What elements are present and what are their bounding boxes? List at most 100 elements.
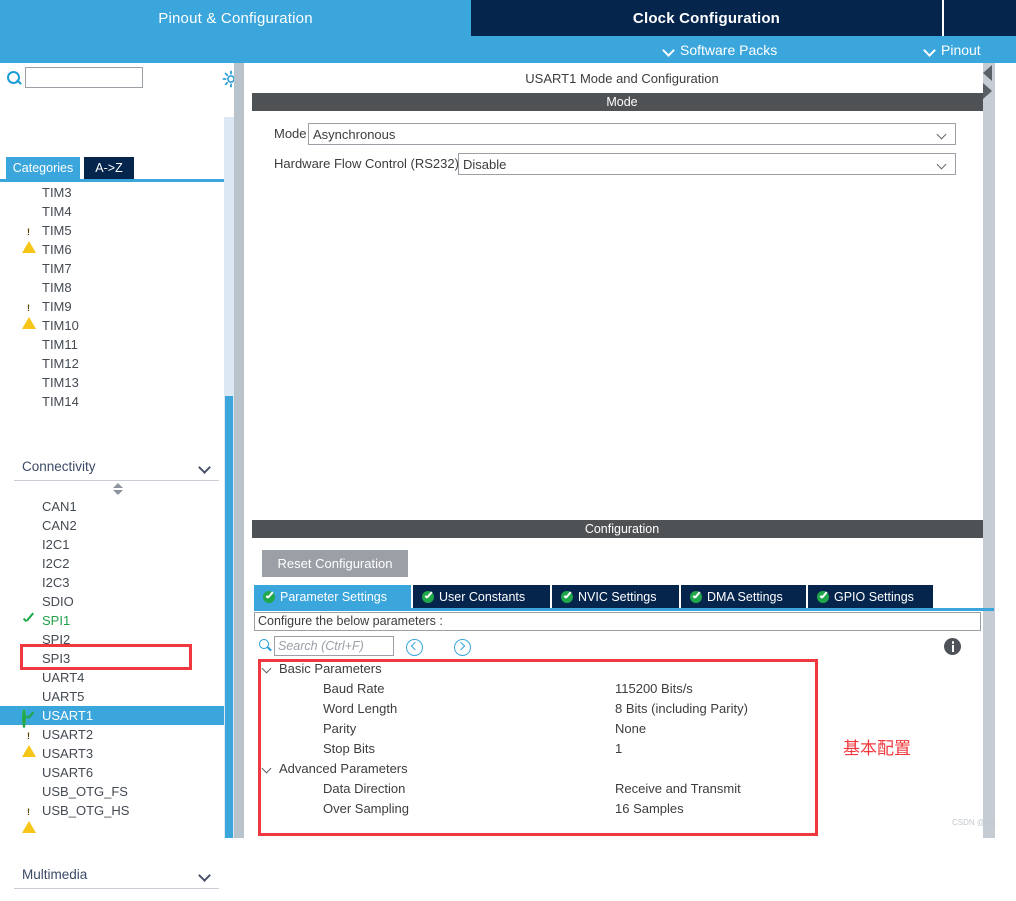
pinout-menu[interactable]: Pinout [925,36,981,63]
tree-item-tim12[interactable]: TIM12 [0,354,233,373]
tree-item-tim14[interactable]: TIM14 [0,392,233,411]
param-value[interactable]: 1 [615,739,622,759]
param-row-baud-rate[interactable]: Baud Rate 115200 Bits/s [255,679,981,699]
param-value[interactable]: Receive and Transmit [615,779,741,799]
page-title: USART1 Mode and Configuration [525,71,719,86]
peripheral-sidebar: Categories A->Z TIM3 TIM4 TIM5 TIM6 [0,63,240,889]
software-packs-label: Software Packs [680,41,778,58]
tree-item-usb-otg-fs[interactable]: USB_OTG_FS [0,782,233,801]
tree-item-label: TIM6 [42,242,72,257]
group-multimedia-label: Multimedia [22,867,88,882]
tree-item-label: TIM3 [42,185,72,200]
tree-item-label: TIM13 [42,375,79,390]
tab-pinout-configuration-label: Pinout & Configuration [158,9,313,27]
search-icon [259,639,273,653]
param-value[interactable]: None [615,719,646,739]
tree-item-i2c2[interactable]: I2C2 [0,554,233,573]
reset-configuration-button[interactable]: Reset Configuration [262,550,408,577]
tree-item-tim7[interactable]: TIM7 [0,259,233,278]
info-icon[interactable] [944,638,961,655]
tab-dma-settings[interactable]: DMA Settings [681,585,806,608]
parameter-search-input[interactable]: Search (Ctrl+F) [274,636,394,656]
chevron-down-icon [925,45,935,55]
chevron-down-icon[interactable] [263,765,273,773]
tab-underline [0,179,233,182]
param-value[interactable]: 16 Samples [615,799,684,819]
tab-user-constants[interactable]: User Constants [413,585,550,608]
tree-item-uart4[interactable]: UART4 [0,668,233,687]
tree-item-spi3[interactable]: SPI3 [0,649,233,668]
tab-dma-settings-label: DMA Settings [707,589,783,604]
param-name: Parity [323,721,357,736]
divider [14,888,219,889]
sidebar-view-tabs: Categories A->Z [0,157,233,182]
param-value[interactable]: 8 Bits (including Parity) [615,699,748,719]
tree-item-spi1[interactable]: SPI1 [0,611,233,630]
tab-a-to-z[interactable]: A->Z [84,157,134,179]
tab-nvic-settings[interactable]: NVIC Settings [552,585,679,608]
tree-item-tim4[interactable]: TIM4 [0,202,233,221]
tree-item-tim5[interactable]: TIM5 [0,221,233,253]
scroll-updown-icon[interactable] [0,481,233,497]
next-match-button[interactable] [454,639,471,656]
param-name: Word Length [323,701,398,716]
group-connectivity-label: Connectivity [22,459,96,474]
chevron-right-icon[interactable] [983,83,992,99]
tab-categories[interactable]: Categories [6,157,80,179]
tab-clock-configuration-label: Clock Configuration [632,9,781,27]
tree-item-usart3[interactable]: USART3 [0,744,233,763]
mode-label: Mode [274,126,307,141]
param-value[interactable]: 115200 Bits/s [615,679,693,699]
sidebar-scrollbar-thumb[interactable] [225,396,233,838]
tree-item-label: TIM5 [42,223,72,238]
mode-section-header: Mode [252,93,992,111]
panel-scroll-arrows[interactable] [983,63,995,103]
tab-gpio-settings[interactable]: GPIO Settings [808,585,933,608]
tab-parameter-settings-label: Parameter Settings [280,589,387,604]
chevron-down-icon[interactable] [263,665,273,673]
tree-item-tim10[interactable]: TIM10 [0,316,233,335]
tab-pinout-configuration[interactable]: Pinout & Configuration [0,0,471,36]
search-icon [6,70,22,86]
tree-item-i2c3[interactable]: I2C3 [0,573,233,592]
tab-parameter-settings[interactable]: Parameter Settings [254,585,411,608]
tree-item-i2c1[interactable]: I2C1 [0,535,233,554]
group-connectivity[interactable]: Connectivity [0,454,233,480]
tree-item-usb-otg-hs[interactable]: USB_OTG_HS [0,801,233,833]
tree-item-tim11[interactable]: TIM11 [0,335,233,354]
param-group-advanced[interactable]: Advanced Parameters [255,759,981,779]
sub-tool-bar: Software Packs Pinout [0,36,1016,63]
tree-item-label: UART5 [42,689,85,704]
mode-select[interactable]: Asynchronous [308,123,956,145]
tab-overflow[interactable] [944,0,1016,36]
tree-item-can2[interactable]: CAN2 [0,516,233,535]
previous-match-button[interactable] [406,639,423,656]
tab-user-constants-label: User Constants [439,589,526,604]
tab-clock-configuration[interactable]: Clock Configuration [471,0,942,36]
hardware-flow-control-select[interactable]: Disable [458,153,956,175]
param-row-over-sampling[interactable]: Over Sampling 16 Samples [255,799,981,819]
panel-splitter[interactable] [234,63,244,838]
tree-item-usart1[interactable]: USART1 [0,706,233,728]
tree-item-usart6[interactable]: USART6 [0,763,233,782]
tree-item-tim3[interactable]: TIM3 [0,183,233,202]
tree-item-tim8[interactable]: TIM8 [0,278,233,297]
tree-item-can1[interactable]: CAN1 [0,497,233,516]
tree-item-spi2[interactable]: SPI2 [0,630,233,649]
check-circle-icon [561,590,573,603]
group-multimedia[interactable]: Multimedia [0,862,233,888]
software-packs-menu[interactable]: Software Packs [664,36,777,63]
tree-item-sdio[interactable]: SDIO [0,592,233,611]
tree-item-usart2[interactable]: USART2 [0,725,233,757]
tree-item-uart5[interactable]: UART5 [0,687,233,706]
tree-item-tim13[interactable]: TIM13 [0,373,233,392]
param-row-word-length[interactable]: Word Length 8 Bits (including Parity) [255,699,981,719]
search-input[interactable] [25,67,143,88]
tree-item-tim6[interactable]: TIM6 [0,240,233,259]
tree-item-label: SPI1 [42,613,71,628]
chevron-left-icon[interactable] [983,65,992,81]
param-group-basic[interactable]: Basic Parameters [255,659,981,679]
warning-icon [22,804,36,833]
tree-item-tim9[interactable]: TIM9 [0,297,233,329]
param-row-data-direction[interactable]: Data Direction Receive and Transmit [255,779,981,799]
